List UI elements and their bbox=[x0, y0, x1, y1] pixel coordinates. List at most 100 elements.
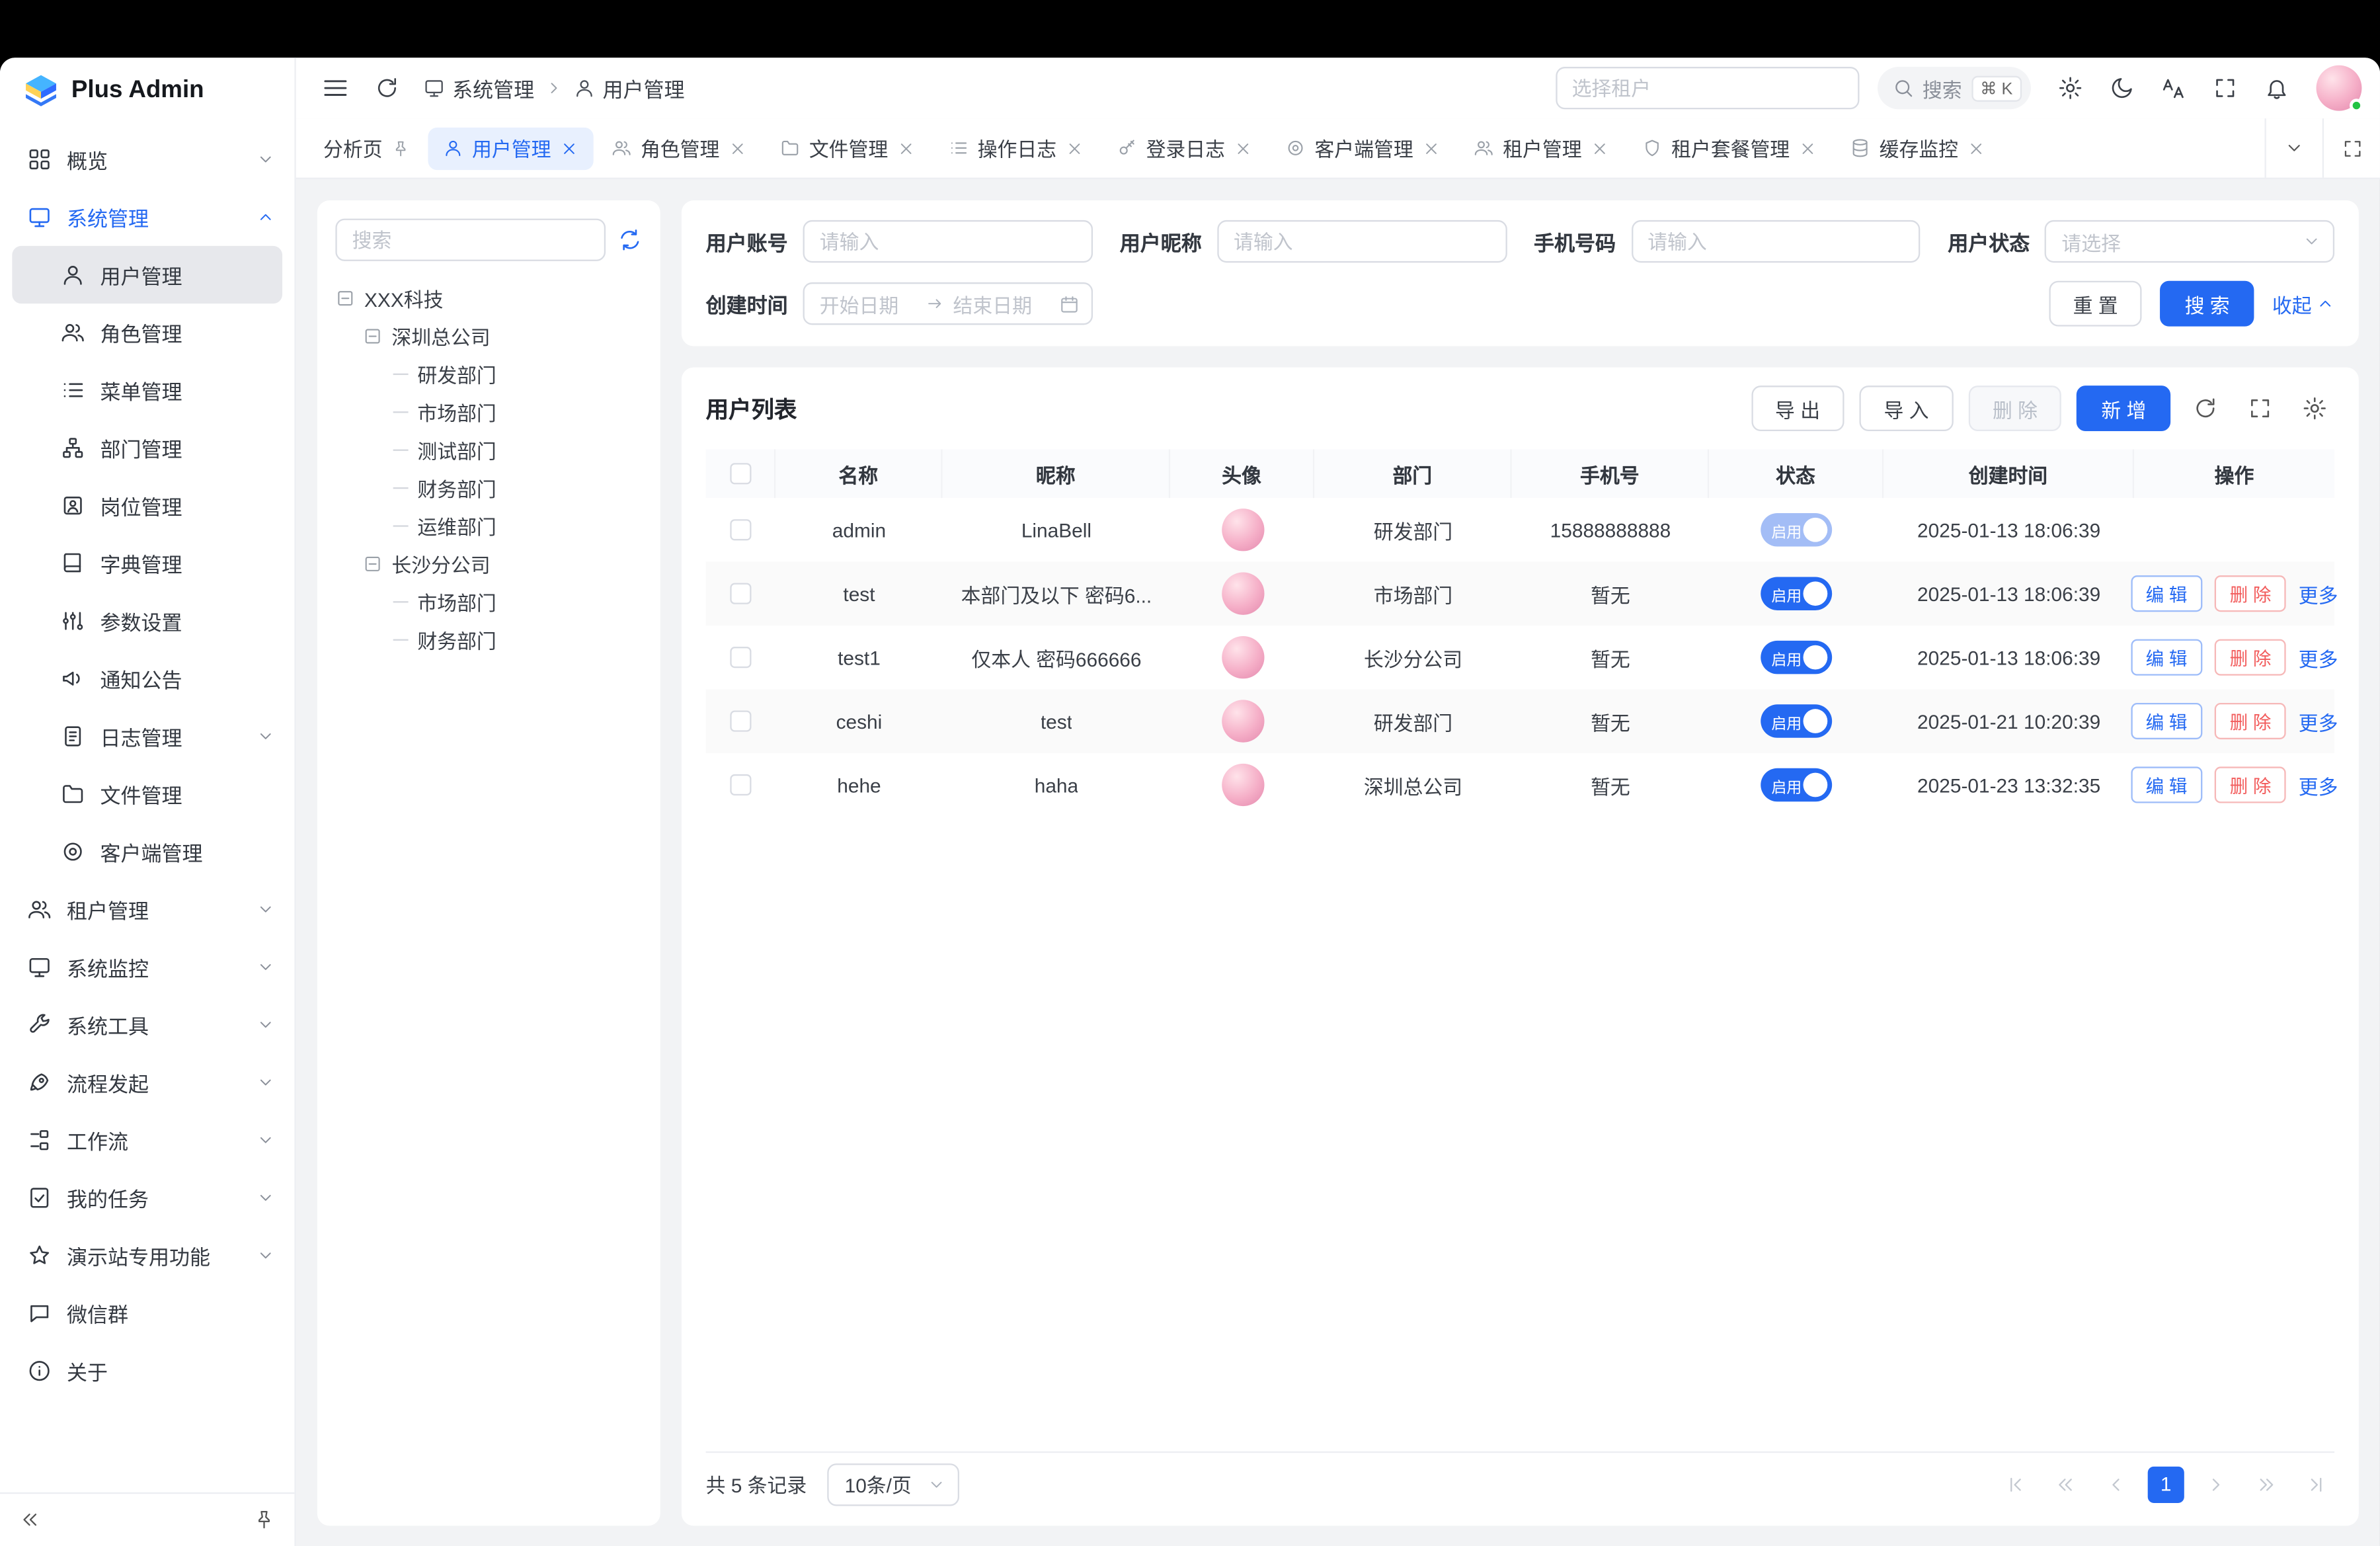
delete-button[interactable]: 删 除 bbox=[1968, 386, 2061, 431]
search-button[interactable]: 搜 索 bbox=[2161, 281, 2254, 327]
table-fullscreen-button[interactable] bbox=[2241, 389, 2280, 428]
collapse-node-icon[interactable] bbox=[363, 327, 383, 346]
edit-button[interactable]: 编 辑 bbox=[2131, 703, 2203, 739]
tab-role-management[interactable]: 角色管理 bbox=[596, 127, 762, 169]
notifications-button[interactable] bbox=[2256, 67, 2298, 109]
sidebar-item-dict-management[interactable]: 字典管理 bbox=[0, 534, 294, 592]
pin-sidebar-button[interactable] bbox=[253, 1509, 274, 1530]
status-switch[interactable]: 启用 bbox=[1761, 704, 1832, 738]
tab-file-management[interactable]: 文件管理 bbox=[765, 127, 930, 169]
tab-tenant-management[interactable]: 租户管理 bbox=[1459, 127, 1624, 169]
sidebar-item-wechat-group[interactable]: 微信群 bbox=[0, 1284, 294, 1342]
date-range-picker[interactable]: 开始日期 结束日期 bbox=[803, 282, 1093, 325]
table-refresh-button[interactable] bbox=[2186, 389, 2225, 428]
add-button[interactable]: 新 增 bbox=[2077, 386, 2170, 431]
more-button[interactable]: 更多 bbox=[2299, 707, 2338, 736]
breadcrumb-item-user[interactable]: 用户管理 bbox=[574, 73, 685, 103]
sidebar-item-dept-management[interactable]: 部门管理 bbox=[0, 419, 294, 477]
edit-button[interactable]: 编 辑 bbox=[2131, 766, 2203, 803]
prev-page-button[interactable] bbox=[2098, 1466, 2134, 1502]
sidebar-item-workflow[interactable]: 工作流 bbox=[0, 1112, 294, 1169]
reset-button[interactable]: 重 置 bbox=[2049, 281, 2142, 327]
tab-login-log[interactable]: 登录日志 bbox=[1102, 127, 1267, 169]
app-logo[interactable]: Plus Admin bbox=[0, 58, 294, 124]
table-settings-button[interactable] bbox=[2295, 389, 2334, 428]
tree-node-leaf[interactable]: 市场部门 bbox=[335, 583, 642, 621]
tab-user-management[interactable]: 用户管理 bbox=[428, 127, 593, 169]
hamburger-menu-button[interactable] bbox=[314, 67, 356, 109]
phone-input[interactable] bbox=[1631, 220, 1921, 263]
tree-node-branch[interactable]: 长沙分公司 bbox=[335, 545, 642, 583]
delete-row-button[interactable]: 删 除 bbox=[2215, 639, 2287, 676]
sidebar-item-process-start[interactable]: 流程发起 bbox=[0, 1053, 294, 1111]
edit-button[interactable]: 编 辑 bbox=[2131, 639, 2203, 676]
status-switch[interactable]: 启用 bbox=[1761, 768, 1832, 802]
sidebar-item-system-tools[interactable]: 系统工具 bbox=[0, 996, 294, 1053]
row-checkbox[interactable] bbox=[730, 647, 751, 668]
sidebar-item-user-management[interactable]: 用户管理 bbox=[12, 246, 282, 304]
content-fullscreen-button[interactable] bbox=[2322, 118, 2380, 178]
status-switch[interactable]: 启用 bbox=[1761, 577, 1832, 610]
close-icon[interactable] bbox=[1423, 139, 1441, 157]
tab-cache-monitor[interactable]: 缓存监控 bbox=[1835, 127, 2001, 169]
tree-node-root[interactable]: XXX科技 bbox=[335, 279, 642, 317]
tree-node-branch[interactable]: 深圳总公司 bbox=[335, 317, 642, 355]
tabs-dropdown-button[interactable] bbox=[2264, 118, 2322, 178]
forward-pages-button[interactable] bbox=[2248, 1466, 2284, 1502]
tree-search-input[interactable] bbox=[335, 219, 606, 261]
more-button[interactable]: 更多 bbox=[2299, 770, 2338, 799]
row-checkbox[interactable] bbox=[730, 519, 751, 540]
sidebar-item-overview[interactable]: 概览 bbox=[0, 130, 294, 188]
next-page-button[interactable] bbox=[2198, 1466, 2234, 1502]
close-icon[interactable] bbox=[729, 139, 747, 157]
first-page-button[interactable] bbox=[1997, 1466, 2034, 1502]
sidebar-item-file-management[interactable]: 文件管理 bbox=[0, 765, 294, 823]
export-button[interactable]: 导 出 bbox=[1751, 386, 1844, 431]
delete-row-button[interactable]: 删 除 bbox=[2215, 703, 2287, 739]
tree-node-leaf[interactable]: 财务部门 bbox=[335, 621, 642, 659]
tenant-select-input[interactable] bbox=[1555, 67, 1858, 109]
close-icon[interactable] bbox=[560, 139, 578, 157]
collapse-sidebar-button[interactable] bbox=[20, 1509, 41, 1530]
collapse-node-icon[interactable] bbox=[335, 288, 355, 308]
import-button[interactable]: 导 入 bbox=[1860, 386, 1953, 431]
close-icon[interactable] bbox=[1967, 139, 1986, 157]
collapse-filters-button[interactable]: 收起 bbox=[2272, 289, 2334, 318]
user-avatar[interactable] bbox=[2317, 65, 2362, 111]
sidebar-item-role-management[interactable]: 角色管理 bbox=[0, 304, 294, 361]
sidebar-item-log-management[interactable]: 日志管理 bbox=[0, 708, 294, 765]
settings-button[interactable] bbox=[2049, 67, 2091, 109]
refresh-page-button[interactable] bbox=[366, 67, 408, 109]
status-select[interactable]: 请选择 bbox=[2045, 220, 2334, 263]
status-switch[interactable]: 启用 bbox=[1761, 641, 1832, 674]
language-switch-button[interactable] bbox=[2153, 67, 2195, 109]
edit-button[interactable]: 编 辑 bbox=[2131, 575, 2203, 612]
sidebar-item-system-monitor[interactable]: 系统监控 bbox=[0, 938, 294, 996]
more-button[interactable]: 更多 bbox=[2299, 579, 2338, 608]
row-checkbox[interactable] bbox=[730, 710, 751, 731]
nickname-input[interactable] bbox=[1217, 220, 1507, 263]
sidebar-item-my-tasks[interactable]: 我的任务 bbox=[0, 1169, 294, 1227]
sidebar-item-post-management[interactable]: 岗位管理 bbox=[0, 477, 294, 534]
close-icon[interactable] bbox=[897, 139, 916, 157]
tree-node-leaf[interactable]: 研发部门 bbox=[335, 355, 642, 393]
select-all-checkbox[interactable] bbox=[729, 463, 750, 484]
breadcrumb-item-system[interactable]: 系统管理 bbox=[424, 73, 535, 103]
tree-refresh-button[interactable] bbox=[617, 227, 642, 252]
sidebar-item-param-settings[interactable]: 参数设置 bbox=[0, 592, 294, 649]
tree-node-leaf[interactable]: 测试部门 bbox=[335, 431, 642, 469]
more-button[interactable]: 更多 bbox=[2299, 643, 2338, 672]
row-checkbox[interactable] bbox=[730, 774, 751, 795]
dark-mode-toggle[interactable] bbox=[2101, 67, 2143, 109]
close-icon[interactable] bbox=[1799, 139, 1817, 157]
close-icon[interactable] bbox=[1234, 139, 1253, 157]
sidebar-item-demo-features[interactable]: 演示站专用功能 bbox=[0, 1227, 294, 1284]
tab-operation-log[interactable]: 操作日志 bbox=[933, 127, 1099, 169]
tab-client-management[interactable]: 客户端管理 bbox=[1271, 127, 1456, 169]
close-icon[interactable] bbox=[1066, 139, 1084, 157]
tree-node-leaf[interactable]: 财务部门 bbox=[335, 469, 642, 507]
global-search-button[interactable]: 搜索 ⌘ K bbox=[1877, 67, 2031, 109]
tab-analysis[interactable]: 分析页 bbox=[308, 127, 425, 169]
delete-row-button[interactable]: 删 除 bbox=[2215, 766, 2287, 803]
status-switch[interactable]: 启用 bbox=[1761, 513, 1832, 547]
